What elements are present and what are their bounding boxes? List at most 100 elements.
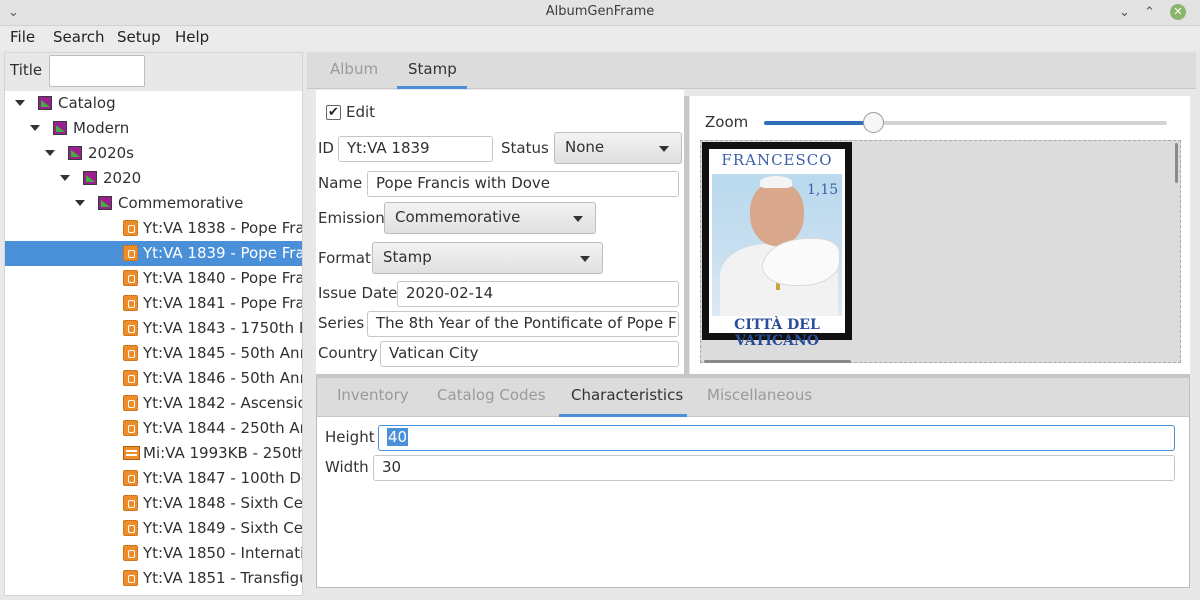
format-select[interactable]: Stamp bbox=[372, 242, 603, 274]
lower-tab-bar: Inventory Catalog Codes Characteristics … bbox=[317, 378, 1189, 417]
name-field[interactable]: Pope Francis with Dove bbox=[367, 171, 679, 197]
stamp-icon bbox=[123, 420, 138, 436]
chevron-down-icon bbox=[659, 146, 669, 152]
menu-search[interactable]: Search bbox=[53, 28, 105, 46]
tree-item[interactable]: Yt:VA 1849 - Sixth Centenary bbox=[5, 516, 303, 541]
tree-item[interactable]: Modern bbox=[5, 116, 302, 141]
edit-checkbox[interactable]: ✔ bbox=[326, 105, 341, 120]
folder-icon bbox=[83, 171, 97, 185]
country-label: Country bbox=[318, 344, 378, 362]
tree-item[interactable]: Catalog bbox=[5, 91, 302, 116]
status-select-value: None bbox=[565, 138, 605, 156]
stamp-icon bbox=[123, 495, 138, 511]
tab-album[interactable]: Album bbox=[330, 60, 378, 78]
emission-select[interactable]: Commemorative bbox=[384, 202, 596, 234]
tree-item-label: Yt:VA 1850 - International bbox=[143, 544, 303, 562]
tree-item[interactable]: Yt:VA 1842 - Ascension bbox=[5, 391, 303, 416]
menu-file[interactable]: File bbox=[10, 28, 35, 46]
tab-characteristics[interactable]: Characteristics bbox=[571, 386, 683, 404]
tree-item-label: Yt:VA 1847 - 100th Death bbox=[143, 469, 302, 487]
issue-date-field[interactable]: 2020-02-14 bbox=[397, 281, 679, 307]
tree-item[interactable]: Yt:VA 1843 - 1750th Birth bbox=[5, 316, 302, 341]
width-label: Width bbox=[325, 458, 369, 476]
expander-arrow-icon[interactable] bbox=[30, 125, 40, 131]
stamp-icon bbox=[123, 570, 138, 586]
country-field[interactable]: Vatican City bbox=[380, 341, 679, 367]
tree-item-label: Yt:VA 1846 - 50th Anniversary bbox=[143, 369, 302, 387]
pane-splitter[interactable] bbox=[684, 96, 689, 374]
tab-stamp[interactable]: Stamp bbox=[408, 60, 457, 78]
tree-item[interactable]: Yt:VA 1839 - Pope Francis bbox=[5, 241, 303, 266]
status-select[interactable]: None bbox=[554, 132, 682, 164]
tree-item[interactable]: Yt:VA 1838 - Pope Francis bbox=[5, 216, 303, 241]
window-title: AlbumGenFrame bbox=[545, 4, 655, 19]
tree-item-label: 2020 bbox=[103, 169, 142, 187]
menu-help[interactable]: Help bbox=[175, 28, 209, 46]
horizontal-scrollbar[interactable] bbox=[704, 360, 851, 363]
title-filter-input[interactable] bbox=[49, 55, 145, 87]
zoom-label: Zoom bbox=[705, 113, 749, 131]
chevron-down-icon bbox=[573, 216, 583, 222]
tree-item-label: Yt:VA 1843 - 1750th Birth bbox=[143, 319, 302, 337]
format-label: Format bbox=[318, 249, 371, 267]
tree-item-label: Yt:VA 1842 - Ascension bbox=[143, 394, 303, 412]
tree-item-label: 2020s bbox=[88, 144, 134, 162]
minimize-icon[interactable]: ⌄ bbox=[1119, 5, 1130, 21]
expander-arrow-icon[interactable] bbox=[45, 150, 55, 156]
tree-item[interactable]: Yt:VA 1844 - 250th Anniversary bbox=[5, 416, 302, 441]
expander-arrow-icon[interactable] bbox=[15, 100, 25, 106]
stamp-value-text: 1,15 bbox=[807, 182, 839, 198]
stamp-top-text: FRANCESCO bbox=[721, 151, 833, 169]
tree-item[interactable]: Yt:VA 1846 - 50th Anniversary bbox=[5, 366, 302, 391]
chevron-down-icon bbox=[580, 256, 590, 262]
tab-characteristics-indicator bbox=[559, 414, 687, 417]
title-filter-label: Title bbox=[10, 61, 43, 79]
tree-item-label: Yt:VA 1839 - Pope Francis bbox=[143, 244, 303, 262]
expander-arrow-icon[interactable] bbox=[75, 200, 85, 206]
folder-icon bbox=[38, 96, 52, 110]
height-field[interactable]: 40 bbox=[378, 425, 1175, 451]
tree-item[interactable]: Yt:VA 1848 - Sixth Centenary bbox=[5, 491, 303, 516]
stamp-icon bbox=[123, 245, 138, 261]
tab-inventory[interactable]: Inventory bbox=[337, 386, 409, 404]
id-field[interactable]: Yt:VA 1839 bbox=[338, 136, 493, 162]
folder-icon bbox=[68, 146, 82, 160]
stamp-icon bbox=[123, 470, 138, 486]
tree-item-label: Yt:VA 1851 - Transfiguration bbox=[143, 569, 302, 587]
tree-item[interactable]: Yt:VA 1841 - Pope Francis bbox=[5, 291, 302, 316]
folder-icon bbox=[98, 196, 112, 210]
tree-item-label: Yt:VA 1838 - Pope Francis bbox=[143, 219, 303, 237]
tree-item[interactable]: 2020 bbox=[5, 166, 302, 191]
catalog-tree: Catalog Modern 2020s 2020 Commemorative Yt:VA… bbox=[5, 90, 303, 595]
zoom-slider-fill bbox=[764, 121, 873, 125]
tree-item-label: Modern bbox=[73, 119, 130, 137]
tree-item[interactable]: Yt:VA 1847 - 100th Death bbox=[5, 466, 302, 491]
maximize-icon[interactable]: ⌃ bbox=[1144, 5, 1155, 21]
tree-item[interactable]: Yt:VA 1850 - International bbox=[5, 541, 303, 566]
expander-arrow-icon[interactable] bbox=[60, 175, 70, 181]
tree-item[interactable]: Yt:VA 1845 - 50th Anniversary bbox=[5, 341, 302, 366]
series-field[interactable]: The 8th Year of the Pontificate of Pope … bbox=[367, 311, 679, 337]
tree-item-label: Yt:VA 1840 - Pope Francis bbox=[143, 269, 303, 287]
edit-label: Edit bbox=[346, 103, 376, 121]
title-filter-bar: Title bbox=[5, 53, 302, 91]
tree-item-label: Yt:VA 1849 - Sixth Centenary bbox=[143, 519, 303, 537]
stamp-icon bbox=[123, 545, 138, 561]
width-field[interactable]: 30 bbox=[373, 455, 1175, 481]
tab-miscellaneous[interactable]: Miscellaneous bbox=[707, 386, 812, 404]
tree-item[interactable]: Mi:VA 1993KB - 250th Anniversary bbox=[5, 441, 302, 466]
tree-item-label: Yt:VA 1844 - 250th Anniversary bbox=[143, 419, 302, 437]
menu-setup[interactable]: Setup bbox=[117, 28, 161, 46]
emission-select-value: Commemorative bbox=[395, 208, 521, 226]
zoom-slider-handle[interactable] bbox=[862, 112, 884, 133]
tree-item-label: Catalog bbox=[58, 94, 116, 112]
tree-item[interactable]: Yt:VA 1851 - Transfiguration bbox=[5, 566, 302, 591]
tab-catalog-codes[interactable]: Catalog Codes bbox=[437, 386, 546, 404]
tree-item-label: Yt:VA 1848 - Sixth Centenary bbox=[143, 494, 303, 512]
vertical-scrollbar[interactable] bbox=[1175, 143, 1178, 183]
tree-item[interactable]: Yt:VA 1840 - Pope Francis bbox=[5, 266, 303, 291]
tree-item[interactable]: Commemorative bbox=[5, 191, 302, 216]
close-icon[interactable]: ✕ bbox=[1170, 4, 1186, 20]
stamp-icon bbox=[123, 520, 138, 536]
tree-item[interactable]: 2020s bbox=[5, 141, 302, 166]
